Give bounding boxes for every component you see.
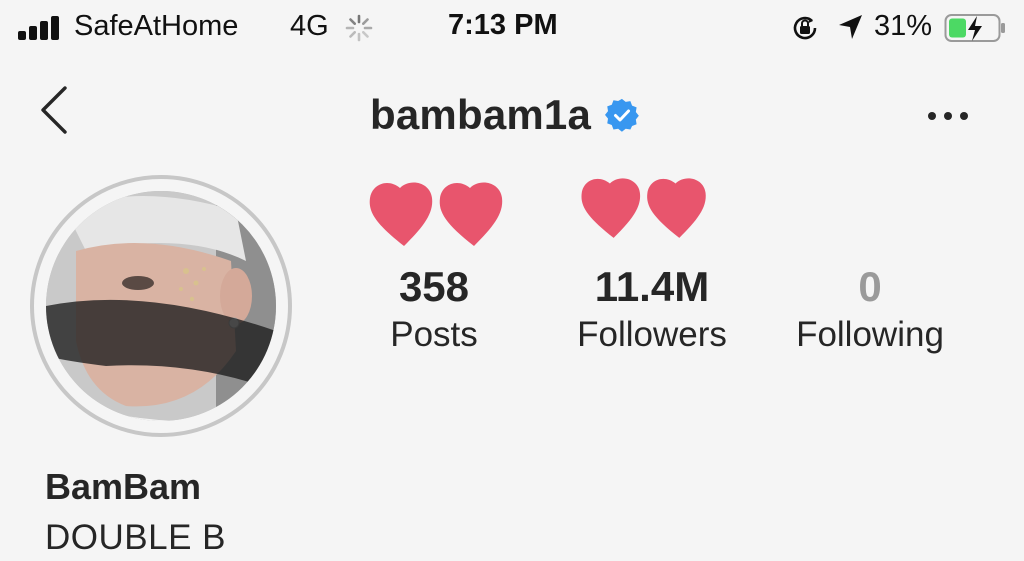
following-count: 0: [858, 263, 882, 310]
stat-followers[interactable]: 11.4M Followers: [562, 262, 742, 358]
following-label: Following: [796, 315, 944, 354]
profile-bio: DOUBLE B: [45, 518, 226, 557]
followers-count: 11.4M: [594, 263, 710, 310]
carrier-name: SafeAtHome: [74, 10, 239, 42]
chevron-left-icon[interactable]: [36, 84, 72, 136]
location-arrow-icon: [839, 15, 862, 39]
avatar-image: [46, 191, 276, 421]
profile-screen: SafeAtHome 4G 7:13 PM 31% bambam1a 358 P…: [0, 0, 1024, 561]
stat-following[interactable]: 0 Following: [780, 262, 960, 358]
stat-posts[interactable]: 358 Posts: [374, 262, 494, 358]
avatar-photo: [46, 191, 276, 421]
network-type: 4G: [290, 10, 329, 42]
username: bambam1a: [370, 91, 592, 138]
signal-icon: [18, 16, 64, 40]
posts-count: 358: [398, 263, 470, 310]
profile-avatar[interactable]: [30, 175, 292, 437]
posts-label: Posts: [390, 315, 478, 354]
orientation-lock-icon: [793, 16, 817, 40]
status-bar: SafeAtHome 4G 7:13 PM 31%: [0, 0, 1024, 56]
loading-spinner-icon: [345, 14, 373, 42]
hearts-emoji-followers: [581, 178, 706, 238]
profile-username-header: bambam1a: [370, 90, 639, 140]
battery-percent: 31%: [874, 10, 933, 42]
verified-badge-icon: [605, 98, 639, 132]
profile-display-name: BamBam: [45, 466, 202, 507]
hearts-emoji-posts: [369, 182, 503, 246]
ellipsis-icon[interactable]: [926, 104, 970, 128]
followers-label: Followers: [577, 315, 727, 354]
battery-charging-icon: [944, 14, 1005, 42]
clock-time: 7:13 PM: [448, 9, 558, 41]
